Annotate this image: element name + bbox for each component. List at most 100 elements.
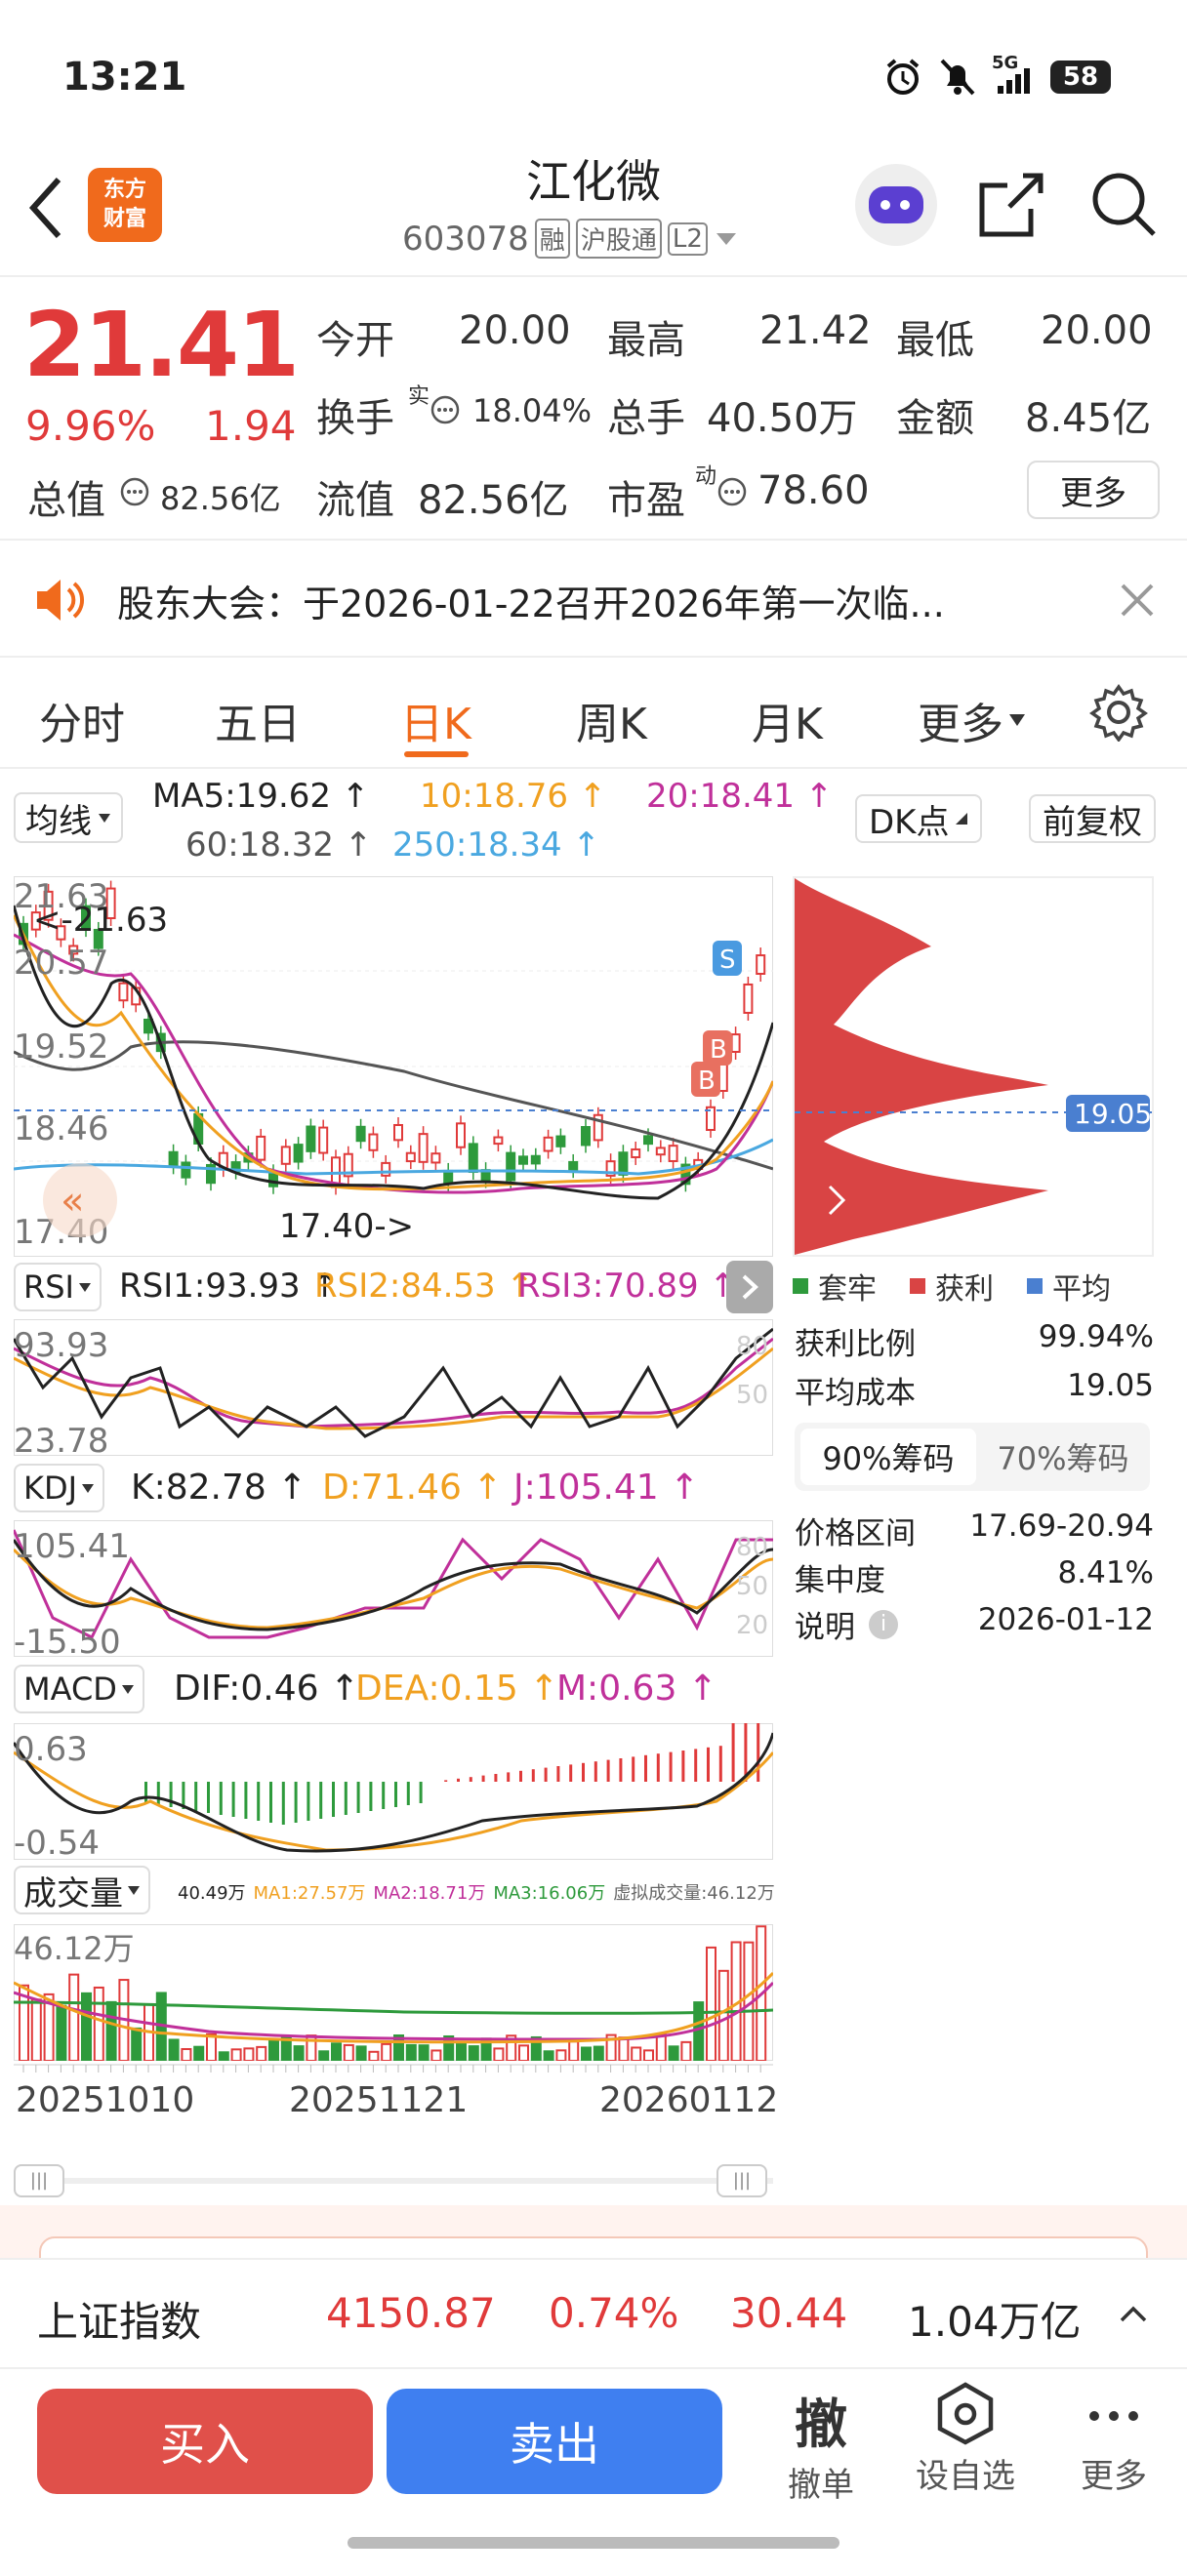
- info-dots-icon[interactable]: [430, 394, 461, 425]
- candle: [393, 1123, 403, 1142]
- kline-chart[interactable]: 21.63 20.57 19.52 18.46 17.40 <-21.63 17…: [14, 876, 773, 1257]
- concentration-label: 集中度: [795, 1563, 885, 1598]
- volume-bar: [343, 2043, 354, 2061]
- tab-weekly-k[interactable]: 周K: [576, 689, 647, 751]
- volume-bar: [543, 2050, 554, 2061]
- volume-bar: [131, 2027, 143, 2061]
- share-icon[interactable]: [974, 168, 1048, 242]
- tab-daily-k[interactable]: 日K: [400, 689, 471, 751]
- macd-bar: [444, 1780, 448, 1782]
- close-icon[interactable]: [1119, 582, 1156, 619]
- price-range-label: 价格区间: [795, 1516, 916, 1551]
- stock-code: 603078: [402, 219, 529, 259]
- chevron-up-icon[interactable]: [1119, 2303, 1148, 2324]
- pe-sup: 动: [695, 464, 717, 489]
- stock-code-row[interactable]: 603078 融 沪股通 L2: [402, 219, 739, 259]
- tab-more[interactable]: 更多: [918, 689, 1027, 751]
- macd-y-bottom: -0.54: [14, 1824, 100, 1860]
- volume-bar: [193, 2045, 205, 2061]
- volume-bar: [405, 2043, 417, 2061]
- cancel-icon: 撤: [795, 2394, 847, 2455]
- candle: [518, 1155, 528, 1165]
- macd-bar: [606, 1759, 610, 1782]
- chip-distribution[interactable]: 19.05: [793, 876, 1154, 1257]
- turnover-sup: 实: [408, 384, 430, 409]
- candle: [118, 982, 129, 1002]
- more-actions-button[interactable]: 更多: [1050, 2381, 1177, 2497]
- tab-90-chips[interactable]: 90%筹码: [800, 1429, 976, 1485]
- volume-bar: [643, 2049, 654, 2061]
- candle: [168, 1150, 179, 1168]
- search-icon[interactable]: [1087, 168, 1162, 242]
- candle: [181, 1161, 191, 1179]
- robot-avatar-icon[interactable]: [855, 164, 937, 246]
- info-icon[interactable]: i: [869, 1609, 898, 1639]
- volume-bar: [218, 2051, 229, 2061]
- tab-intraday[interactable]: 分时: [39, 689, 125, 751]
- tab-monthly-k[interactable]: 月K: [752, 689, 823, 751]
- sell-button[interactable]: 卖出: [387, 2389, 722, 2494]
- volume-bar: [568, 2040, 580, 2061]
- volume-bar: [243, 2047, 255, 2061]
- rsi-selector[interactable]: RSI: [14, 1263, 102, 1311]
- info-dots-icon[interactable]: [119, 476, 150, 507]
- volume-y-top: 46.12万: [14, 1930, 135, 1967]
- volume-bar: [555, 2049, 567, 2061]
- open-label: 今开: [316, 318, 394, 363]
- buy-button[interactable]: 买入: [37, 2389, 373, 2494]
- volume-bar: [680, 2040, 692, 2061]
- y-label: 19.52: [14, 1027, 108, 1067]
- rsi-y-top: 93.93: [14, 1326, 108, 1365]
- tab-70-chips[interactable]: 70%筹码: [980, 1429, 1146, 1485]
- date-label: 20260112: [599, 2080, 779, 2120]
- chevron-right-icon[interactable]: [726, 1261, 773, 1313]
- speaker-icon: [37, 580, 85, 621]
- amount-value: 8.45亿: [1025, 396, 1152, 441]
- candle: [618, 1151, 629, 1176]
- macd-selector[interactable]: MACD: [14, 1665, 144, 1713]
- y-label: 18.46: [14, 1109, 108, 1148]
- volume-bar: [381, 2042, 392, 2061]
- macd-dif-value: DIF:0.46 ↑: [174, 1669, 360, 1709]
- add-watchlist-button[interactable]: 设自选: [902, 2381, 1029, 2497]
- range-scrollbar[interactable]: ||| |||: [14, 2164, 773, 2197]
- candle: [555, 1135, 566, 1147]
- kdj-k-value: K:82.78 ↑: [131, 1468, 307, 1508]
- more-button[interactable]: 更多: [1027, 461, 1160, 519]
- macd-y-top: 0.63: [14, 1730, 88, 1769]
- candle: [530, 1154, 541, 1165]
- macd-bar: [457, 1778, 460, 1782]
- macd-bar: [307, 1782, 310, 1821]
- high-value: 21.42: [759, 308, 872, 353]
- volume-selector[interactable]: 成交量: [14, 1866, 150, 1914]
- volume-bar: [168, 2038, 180, 2061]
- settings-gear-icon[interactable]: [1089, 683, 1148, 742]
- max-price-label: <-21.63: [33, 901, 168, 940]
- tab-five-day[interactable]: 五日: [215, 689, 301, 751]
- svg-text:80: 80: [736, 1332, 768, 1361]
- volume-bar: [68, 1973, 80, 2061]
- adjust-selector[interactable]: 前复权: [1029, 794, 1156, 843]
- info-dots-icon[interactable]: [716, 476, 748, 507]
- cancel-order-button[interactable]: 撤 撤单: [757, 2381, 884, 2506]
- scroll-left-icon[interactable]: «: [61, 1179, 84, 1224]
- divider: [0, 767, 1187, 769]
- notice-text[interactable]: 股东大会：于2026-01-22召开2026年第一次临...: [117, 574, 945, 627]
- candle: [493, 1136, 504, 1146]
- kdj-selector[interactable]: KDJ: [14, 1464, 105, 1512]
- badge-margin: 融: [534, 219, 570, 259]
- macd-bar: [207, 1782, 210, 1813]
- volume-chart: 46.12万: [14, 1924, 773, 2061]
- candle: [543, 1136, 553, 1152]
- alarm-icon: [886, 59, 920, 95]
- chip-price-tag: 19.05: [1074, 1098, 1152, 1130]
- index-ticker[interactable]: 上证指数 4150.87 0.74% 30.44 1.04万亿: [0, 2258, 1187, 2369]
- dk-point-selector[interactable]: DK点: [855, 794, 983, 843]
- index-amount: 1.04万亿: [908, 2298, 1082, 2346]
- pe-label: 市盈: [607, 478, 685, 523]
- macd-bar: [494, 1774, 498, 1782]
- buy-marker: B: [698, 1067, 716, 1096]
- scroll-handle-right[interactable]: |||: [716, 2164, 767, 2197]
- ma-selector[interactable]: 均线: [14, 792, 123, 843]
- scroll-handle-left[interactable]: |||: [14, 2164, 64, 2197]
